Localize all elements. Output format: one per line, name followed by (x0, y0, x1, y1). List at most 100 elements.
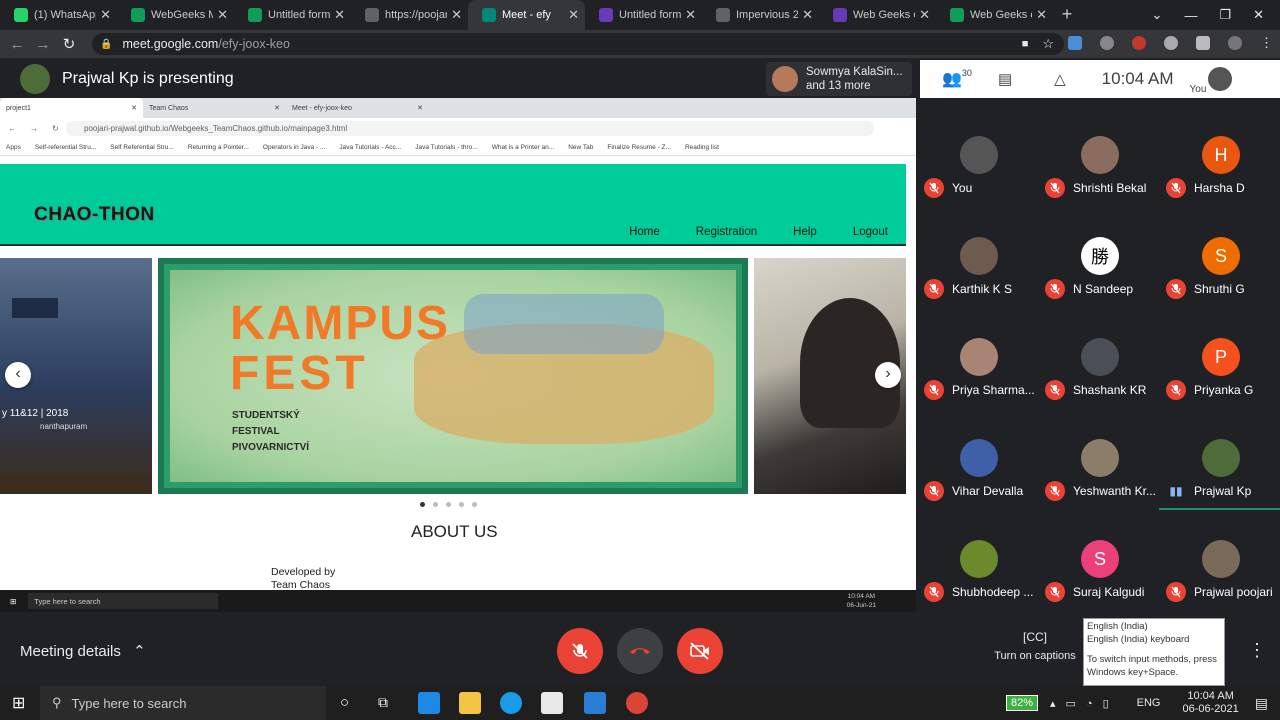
bookmark-star-icon[interactable]: ☆ (1042, 36, 1054, 52)
file-explorer-icon[interactable] (459, 692, 481, 714)
minimize-button[interactable]: — (1184, 8, 1197, 23)
carousel-prev-button[interactable]: ‹ (5, 362, 31, 388)
tab-close-icon[interactable]: ✕ (100, 7, 111, 23)
browser-tab[interactable]: Web Geeks ev ✕ (819, 0, 936, 30)
cortana-icon[interactable]: ○ (340, 694, 349, 711)
camera-icon[interactable]: ■ (1022, 38, 1029, 50)
extension-icons: ⋮ (1068, 36, 1273, 50)
carousel-dots[interactable] (420, 502, 477, 507)
people-icon[interactable]: 👥 (942, 69, 962, 89)
extension-icon[interactable] (1100, 36, 1114, 50)
participant-tile[interactable]: H Harsha D (1160, 100, 1280, 202)
tab-close-icon[interactable]: ✕ (802, 7, 813, 23)
reload-button[interactable]: ↻ (56, 35, 82, 53)
participant-tile[interactable]: Priya Sharma... (918, 302, 1038, 404)
site-nav-link[interactable]: Home (629, 226, 660, 238)
store-icon[interactable] (541, 692, 563, 714)
mic-off-button[interactable] (557, 628, 603, 674)
taskbar-app-icon[interactable] (418, 692, 440, 714)
participant-name: Yeshwanth Kr... (1073, 484, 1156, 498)
participant-tile[interactable]: Shubhodeep ... (918, 504, 1038, 606)
participant-name: Shruthi G (1194, 282, 1245, 296)
ublock-icon[interactable] (1132, 36, 1146, 50)
participant-tile[interactable]: Prajwal poojari (1160, 504, 1280, 606)
tab-close-icon[interactable]: ✕ (919, 7, 930, 23)
participant-tile[interactable]: Karthik K S (918, 201, 1038, 303)
participant-tile[interactable]: ▮▮ Prajwal Kp (1160, 403, 1280, 505)
participant-tile[interactable]: S Shruthi G (1160, 201, 1280, 303)
tab-favicon-icon (950, 8, 964, 22)
tab-close-icon[interactable]: ✕ (568, 7, 579, 23)
shared-taskbar-search: Type here to search (28, 593, 219, 609)
tab-favicon-icon (716, 8, 730, 22)
browser-tab[interactable]: (1) WhatsApp ✕ (0, 0, 117, 30)
active-speaker-chip[interactable]: Sowmya KalaSin... and 13 more (766, 62, 912, 96)
edge-icon[interactable] (500, 692, 522, 714)
windows-start-icon[interactable]: ⊞ (12, 693, 25, 713)
captions-label: Turn on captions (994, 650, 1076, 662)
participant-avatar (960, 439, 998, 477)
tab-close-icon[interactable]: ✕ (685, 7, 696, 23)
lock-icon: 🔒 (100, 38, 113, 50)
site-nav-link[interactable]: Logout (853, 226, 888, 238)
profile-avatar[interactable] (1228, 36, 1242, 50)
browser-tab[interactable]: Web Geeks ev ✕ (936, 0, 1053, 30)
participant-tile[interactable]: P Priyanka G (1160, 302, 1280, 404)
leave-call-button[interactable] (617, 628, 663, 674)
menu-icon[interactable]: ⋮ (1260, 36, 1273, 50)
browser-tab[interactable]: Impervious 21✕ (702, 0, 819, 30)
tray-icons[interactable]: ▴▭◔▯ (1050, 697, 1119, 710)
participant-tile[interactable]: You (918, 100, 1038, 202)
meeting-details-button[interactable]: Meeting details ⌃ (20, 642, 146, 660)
self-avatar[interactable] (1208, 67, 1233, 91)
puzzle-icon[interactable] (1196, 36, 1210, 50)
tab-close-icon[interactable]: ✕ (334, 7, 345, 23)
tab-close-icon[interactable]: ✕ (217, 7, 228, 23)
browser-tab[interactable]: Untitled form ✕ (585, 0, 702, 30)
mail-icon[interactable] (584, 692, 606, 714)
browser-tab[interactable]: WebGeeks Me✕ (117, 0, 234, 30)
site-nav-link[interactable]: Registration (696, 226, 757, 238)
forward-button[interactable]: → (30, 36, 56, 53)
mic-muted-icon (1166, 279, 1186, 299)
participant-tile[interactable]: Yeshwanth Kr... (1039, 403, 1159, 505)
tab-search-icon[interactable]: ⌄ (1152, 7, 1163, 23)
extension-icon[interactable] (1164, 36, 1178, 50)
windows-search-box[interactable]: ⚲ Type here to search (40, 686, 326, 720)
back-button[interactable]: ← (4, 36, 30, 53)
maximize-button[interactable]: ❐ (1219, 7, 1231, 23)
extension-icon[interactable] (1068, 36, 1082, 50)
activities-icon[interactable]: △ (1054, 70, 1066, 88)
participant-tile[interactable]: Shashank KR (1039, 302, 1159, 404)
close-window-button[interactable]: ✕ (1253, 7, 1264, 23)
more-options-icon[interactable]: ⋮ (1248, 640, 1266, 661)
chat-icon[interactable]: ▤ (998, 70, 1012, 88)
mic-muted-icon (1045, 380, 1065, 400)
site-nav-link[interactable]: Help (793, 226, 817, 238)
tray-clock[interactable]: 10:04 AM 06-06-2021 (1182, 690, 1238, 716)
website: CHAO-THON Home Registration Help Logout y 1… (0, 164, 906, 591)
address-bar[interactable]: 🔒 meet.google.com/efy-joox-keo ■ ☆ (92, 33, 1064, 55)
participant-tile[interactable]: Shrishti Bekal (1039, 100, 1159, 202)
captions-button[interactable]: [CC] Turn on captions (990, 630, 1080, 662)
tab-close-icon[interactable]: ✕ (1036, 7, 1047, 23)
mic-muted-icon (1045, 481, 1065, 501)
carousel-next-button[interactable]: › (875, 362, 901, 388)
tab-favicon-icon (599, 8, 613, 22)
participant-tile[interactable]: 勝 N Sandeep (1039, 201, 1159, 303)
browser-tab[interactable]: Untitled form ✕ (234, 0, 351, 30)
language-indicator[interactable]: ENG (1137, 697, 1161, 709)
participant-tile[interactable]: Vihar Devalla (918, 403, 1038, 505)
shared-browser-tabs: project1 ✕ Team Chaos ✕ Meet - efy-joox-keo ✕ (0, 98, 916, 118)
new-tab-button[interactable]: + (1053, 0, 1081, 30)
battery-indicator[interactable]: 82% (1005, 695, 1039, 711)
participant-tile[interactable]: S Suraj Kalgudi (1039, 504, 1159, 606)
notification-icon[interactable]: ▤ (1255, 695, 1268, 712)
browser-tab[interactable]: Meet - efy ✕ (468, 0, 585, 30)
browser-tab[interactable]: https://poojari ✕ (351, 0, 468, 30)
tab-close-icon[interactable]: ✕ (451, 7, 462, 23)
task-view-icon[interactable]: ⧉ (378, 694, 388, 711)
speaker-avatar (772, 66, 798, 92)
chrome-icon[interactable] (626, 692, 648, 714)
camera-off-button[interactable] (677, 628, 723, 674)
